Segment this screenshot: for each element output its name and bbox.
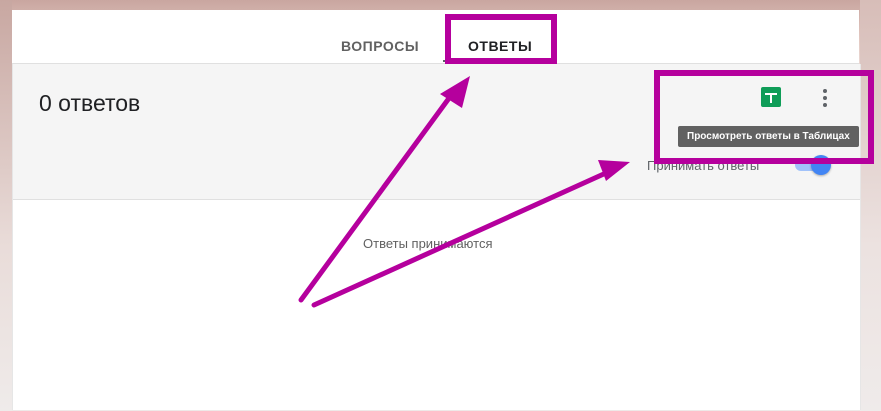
arrowhead-to-tools — [598, 160, 630, 181]
annotation-arrow-to-tab — [298, 87, 458, 303]
annotation-arrows — [298, 76, 630, 308]
annotation-arrow-to-tools — [311, 165, 620, 308]
